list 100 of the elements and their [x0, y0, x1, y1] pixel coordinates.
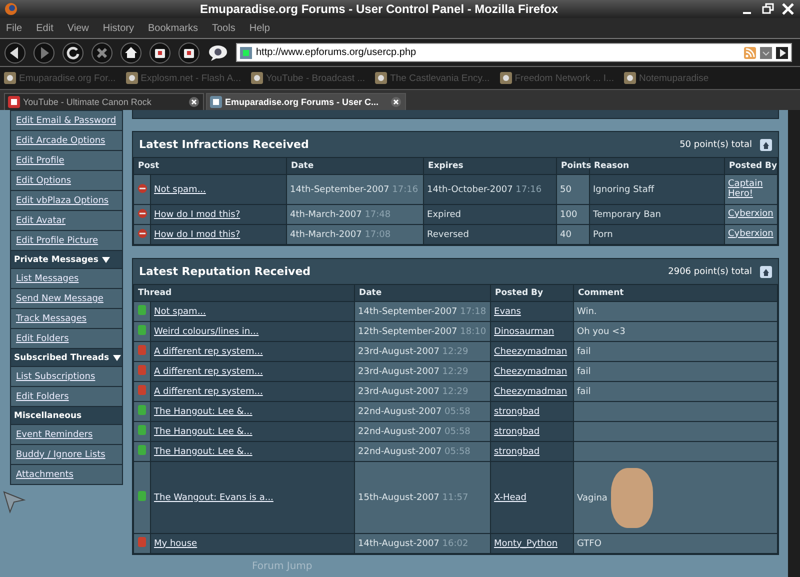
user-link[interactable]: Cheezymadman: [494, 346, 568, 356]
sidebar-section-heading: Private Messages: [14, 254, 98, 264]
menu-item[interactable]: View: [67, 22, 89, 34]
thread-link[interactable]: The Hangout: Lee &...: [154, 446, 252, 456]
photo-placeholder: [611, 468, 654, 528]
post-link[interactable]: How do I mod this?: [154, 230, 240, 240]
sidebar-section-heading: Miscellaneous: [14, 410, 82, 420]
forward-icon[interactable]: [33, 42, 55, 64]
column-header: Date: [354, 284, 491, 302]
table-cell: fail: [574, 342, 778, 362]
table-cell: Expired: [424, 204, 557, 224]
user-link[interactable]: strongbad: [494, 446, 540, 456]
menu-item[interactable]: Tools: [212, 22, 236, 34]
thread-link[interactable]: Not spam...: [154, 306, 206, 316]
thread-link[interactable]: The Hangout: Lee &...: [154, 406, 252, 416]
address-field[interactable]: http://www.epforums.org/usercp.php: [236, 43, 792, 62]
post-link[interactable]: Not spam...: [154, 184, 206, 194]
table-cell: 15th-August-2007 11:57: [354, 462, 491, 534]
user-link[interactable]: Monty_Python: [494, 538, 558, 548]
menu-item[interactable]: Edit: [36, 22, 54, 34]
column-header: Reason: [590, 158, 725, 174]
user-link[interactable]: Evans: [494, 306, 521, 316]
user-link[interactable]: Cyberxion: [728, 210, 774, 220]
user-link[interactable]: X-Head: [494, 492, 527, 502]
browser-logo-icon: [4, 2, 18, 16]
table-cell: 23rd-August-2007 12:29: [354, 382, 491, 402]
user-link[interactable]: Captain Hero!: [728, 180, 774, 200]
table-cell: 4th-March-2007 17:08: [286, 224, 424, 244]
column-header: Expires: [424, 158, 557, 174]
column-header: Posted By: [724, 158, 778, 174]
toolbar-icon[interactable]: [149, 42, 171, 64]
stop-icon[interactable]: [91, 42, 113, 64]
column-header: Comment: [574, 284, 778, 302]
table-cell: 14th-September-2007 17:16: [286, 174, 424, 204]
thread-link[interactable]: My house: [154, 538, 198, 548]
user-link[interactable]: Dinosaurman: [494, 326, 554, 336]
thread-link[interactable]: The Wangout: Evans is a...: [154, 492, 274, 502]
user-link[interactable]: strongbad: [494, 426, 540, 436]
restore-icon[interactable]: [760, 2, 776, 16]
go-icon[interactable]: [776, 46, 788, 58]
thread-link[interactable]: A different rep system...: [154, 386, 263, 396]
collapse-triangle-icon[interactable]: [102, 256, 110, 262]
thread-link[interactable]: A different rep system...: [154, 346, 263, 356]
table-cell: 14th-September-2007 17:18: [354, 302, 491, 322]
sidebar-section-heading: Subscribed Threads: [14, 352, 110, 362]
table-cell: 22nd-August-2007 05:58: [354, 422, 491, 442]
thread-link[interactable]: The Hangout: Lee &...: [154, 426, 252, 436]
infraction-icon: [138, 208, 146, 218]
table-cell: 23rd-August-2007 12:29: [354, 342, 491, 362]
menu-item[interactable]: History: [102, 22, 134, 34]
thread-link[interactable]: Weird colours/lines in...: [154, 326, 259, 336]
menu-item[interactable]: File: [6, 22, 22, 34]
column-header: Post: [134, 158, 287, 174]
user-link[interactable]: Cyberxion: [728, 230, 774, 240]
collapse-triangle-icon[interactable]: [113, 354, 122, 360]
table-cell: 22nd-August-2007 05:58: [354, 402, 491, 422]
speech-bubble-icon[interactable]: [207, 44, 229, 62]
browser-tab[interactable]: YouTube - Ultimate Canon Rock: [4, 93, 204, 110]
user-link[interactable]: strongbad: [494, 406, 540, 416]
tab-site-icon: [210, 96, 222, 108]
user-link[interactable]: Cheezymadman: [494, 386, 568, 396]
table-cell: 22nd-August-2007 05:58: [354, 442, 491, 462]
bookmark-icon: [250, 72, 263, 84]
bookmark-icon: [375, 72, 388, 84]
close-icon[interactable]: [780, 2, 796, 16]
table-cell: Reversed: [424, 224, 557, 244]
bookmark-icon: [500, 72, 512, 84]
scrollbar[interactable]: [788, 110, 800, 577]
reload-icon[interactable]: [62, 42, 84, 64]
close-tab-icon[interactable]: [390, 96, 402, 108]
collapse-icon[interactable]: [760, 266, 772, 278]
close-tab-icon[interactable]: [188, 96, 200, 108]
panel-title: Latest Reputation Received: [139, 265, 312, 278]
table-cell: 23rd-August-2007 12:29: [354, 362, 491, 382]
collapse-icon[interactable]: [760, 138, 772, 150]
table-cell: fail: [574, 382, 778, 402]
table-cell: fail: [574, 362, 778, 382]
table-cell: Porn: [590, 224, 725, 244]
points-total: 50 point(s) total: [680, 140, 752, 150]
menu-item[interactable]: Help: [249, 22, 270, 34]
bookmark-icon: [126, 72, 138, 84]
home-icon[interactable]: [120, 42, 142, 64]
table-cell: 4th-March-2007 17:48: [286, 204, 424, 224]
thread-link[interactable]: A different rep system...: [154, 366, 263, 376]
bookmark-icon: [4, 72, 16, 84]
table-cell: 100: [556, 204, 590, 224]
menu-item[interactable]: Bookmarks: [148, 22, 198, 34]
site-icon: [240, 46, 252, 58]
user-link[interactable]: Cheezymadman: [494, 366, 568, 376]
dropdown-icon[interactable]: [760, 46, 772, 58]
forum-jump-label: Forum Jump: [252, 561, 314, 572]
browser-tab[interactable]: Emuparadise.org Forums - User C...: [206, 93, 406, 110]
column-header: Thread: [134, 284, 355, 302]
panel-title: Latest Infractions Received: [139, 138, 310, 151]
post-link[interactable]: How do I mod this?: [154, 210, 240, 220]
toolbar-icon[interactable]: [178, 42, 200, 64]
table-cell: 14th-August-2007 16:02: [354, 534, 491, 554]
table-cell: Temporary Ban: [590, 204, 725, 224]
back-icon[interactable]: [4, 42, 26, 64]
table-cell: 50: [556, 174, 590, 204]
